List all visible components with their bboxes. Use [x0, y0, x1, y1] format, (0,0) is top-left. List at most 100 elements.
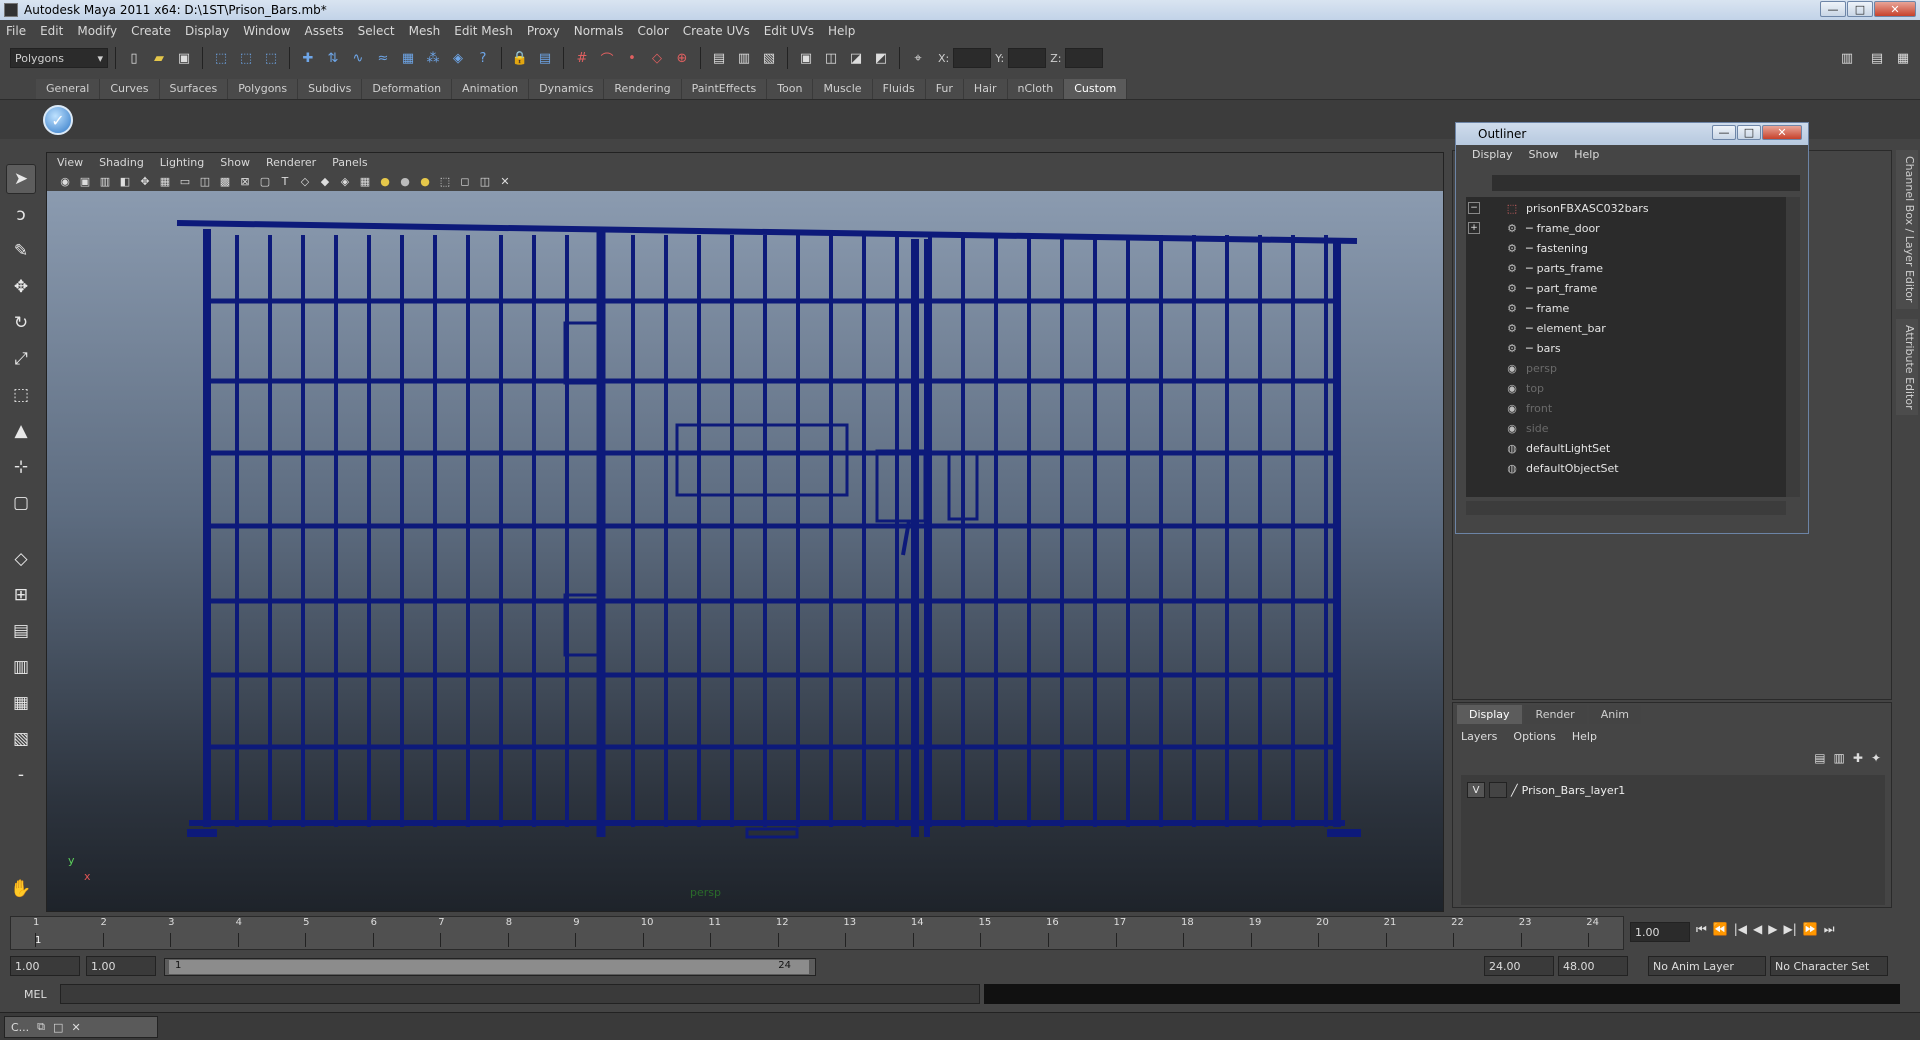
safe-action-icon[interactable]: ▢: [257, 173, 273, 189]
shelf-tab-dynamics[interactable]: Dynamics: [529, 79, 605, 99]
snap-curve-icon[interactable]: ⌒: [596, 47, 618, 69]
backface-icon[interactable]: ✕: [497, 173, 513, 189]
menu-modify[interactable]: Modify: [77, 24, 117, 38]
collapse-icon[interactable]: −: [1468, 202, 1480, 214]
highlight-selection-icon[interactable]: ▤: [534, 47, 556, 69]
pick-surfaces-icon[interactable]: ▦: [397, 47, 419, 69]
playback-end-field[interactable]: 24.00: [1484, 956, 1554, 976]
step-back-frame-icon[interactable]: |◀: [1734, 922, 1747, 937]
grid-icon[interactable]: ▦: [157, 173, 173, 189]
layer-color-icon[interactable]: ╱: [1511, 784, 1518, 797]
vp-menu-panels[interactable]: Panels: [332, 156, 367, 169]
vp-menu-lighting[interactable]: Lighting: [160, 156, 204, 169]
command-language-label[interactable]: MEL: [24, 988, 47, 1001]
shelf-tab-surfaces[interactable]: Surfaces: [159, 79, 229, 99]
checkmark-shelf-icon[interactable]: ✓: [43, 105, 73, 135]
construction-history-icon[interactable]: ▧: [758, 47, 780, 69]
z-field[interactable]: [1065, 48, 1104, 68]
new-scene-icon[interactable]: ▯: [123, 47, 145, 69]
pick-dynamics-icon[interactable]: ◈: [447, 47, 469, 69]
menu-mesh[interactable]: Mesh: [409, 24, 441, 38]
shadows-icon[interactable]: ●: [397, 173, 413, 189]
pick-mask-icon[interactable]: ✚: [297, 47, 319, 69]
toggle-tools-icon[interactable]: ▦: [1892, 47, 1914, 69]
pick-misc-icon[interactable]: ?: [472, 47, 494, 69]
layer-menu-options[interactable]: Options: [1513, 730, 1555, 743]
close-icon[interactable]: ✕: [71, 1021, 80, 1034]
outliner-vertical-scrollbar[interactable]: [1786, 197, 1800, 497]
menu-edit-mesh[interactable]: Edit Mesh: [454, 24, 513, 38]
shelf-tab-rendering[interactable]: Rendering: [604, 79, 682, 99]
layout-single-icon[interactable]: ◇: [6, 544, 36, 574]
step-forward-key-icon[interactable]: ⏩: [1803, 922, 1818, 937]
outliner-menu-show[interactable]: Show: [1529, 148, 1559, 161]
outliner-item[interactable]: ⚙ ─ fastening: [1504, 239, 1588, 257]
menu-select[interactable]: Select: [358, 24, 395, 38]
wireframe-icon[interactable]: ◇: [297, 173, 313, 189]
layout-custom-icon[interactable]: -: [6, 760, 36, 790]
outliner-horizontal-scrollbar[interactable]: [1466, 501, 1786, 515]
layer-menu-help[interactable]: Help: [1572, 730, 1597, 743]
outliner-item[interactable]: ⚙ ─ frame: [1504, 299, 1569, 317]
open-scene-icon[interactable]: ▰: [148, 47, 170, 69]
menu-color[interactable]: Color: [637, 24, 668, 38]
play-backwards-icon[interactable]: ◀: [1753, 922, 1762, 937]
layer-template-toggle[interactable]: [1489, 782, 1507, 798]
vp-menu-view[interactable]: View: [57, 156, 83, 169]
shelf-tab-painteffects[interactable]: PaintEffects: [681, 79, 768, 99]
shelf-tab-animation[interactable]: Animation: [452, 79, 530, 99]
current-frame-field[interactable]: 1.00: [1630, 922, 1690, 942]
use-all-lights-icon[interactable]: ●: [377, 173, 393, 189]
show-manipulator-icon[interactable]: ⊹: [6, 452, 36, 482]
layout-graph-icon[interactable]: ▥: [6, 652, 36, 682]
image-plane-icon[interactable]: ◧: [117, 173, 133, 189]
layer-tab-anim[interactable]: Anim: [1588, 705, 1641, 724]
outliner-titlebar[interactable]: Outliner — □ ✕: [1456, 123, 1808, 145]
shelf-tab-subdivs[interactable]: Subdivs: [298, 79, 363, 99]
menu-file[interactable]: File: [6, 24, 26, 38]
wireframe-on-shaded-icon[interactable]: ◈: [337, 173, 353, 189]
shelf-tab-fluids[interactable]: Fluids: [872, 79, 926, 99]
xray-joints-icon[interactable]: ◫: [477, 173, 493, 189]
select-component-icon[interactable]: ⬚: [260, 47, 282, 69]
move-tool-icon[interactable]: ✥: [6, 272, 36, 302]
viewport-panel[interactable]: View Shading Lighting Show Renderer Pane…: [46, 152, 1444, 912]
shelf-tab-ncloth[interactable]: nCloth: [1007, 79, 1065, 99]
save-scene-icon[interactable]: ▣: [173, 47, 195, 69]
bookmark-icon[interactable]: ▥: [97, 173, 113, 189]
outliner-item[interactable]: + ⚙ ─ frame_door: [1468, 219, 1600, 237]
outliner-close-button[interactable]: ✕: [1762, 125, 1802, 140]
range-slider[interactable]: 1 24: [164, 958, 816, 976]
pick-curves-icon[interactable]: ≈: [372, 47, 394, 69]
xray-icon[interactable]: ◻: [457, 173, 473, 189]
input-line-icon[interactable]: ⌖: [907, 47, 929, 69]
step-back-key-icon[interactable]: ⏪: [1713, 922, 1728, 937]
select-object-icon[interactable]: ⬚: [235, 47, 257, 69]
history-inputs-icon[interactable]: ▥: [733, 47, 755, 69]
toggle-channelbox-icon[interactable]: ▤: [1866, 47, 1888, 69]
snap-point-icon[interactable]: •: [621, 47, 643, 69]
minimized-window[interactable]: C... ⧉ □ ✕: [4, 1016, 158, 1038]
outliner-item[interactable]: ◍ defaultLightSet: [1504, 439, 1610, 457]
menu-normals[interactable]: Normals: [574, 24, 624, 38]
resolution-gate-icon[interactable]: ◫: [197, 173, 213, 189]
soft-mod-tool-icon[interactable]: ▲: [6, 416, 36, 446]
character-set-dropdown[interactable]: No Character Set: [1770, 956, 1888, 976]
playback-start-field[interactable]: 1.00: [86, 956, 156, 976]
pick-handles-icon[interactable]: ⇅: [322, 47, 344, 69]
anim-end-field[interactable]: 48.00: [1558, 956, 1628, 976]
menu-help[interactable]: Help: [828, 24, 855, 38]
move-layer-down-icon[interactable]: ▥: [1834, 751, 1845, 765]
range-slider-handle[interactable]: 1 24: [169, 960, 809, 974]
outliner-item[interactable]: ◉ persp: [1504, 359, 1557, 377]
snap-grid-icon[interactable]: #: [571, 47, 593, 69]
layer-row[interactable]: V ╱ Prison_Bars_layer1: [1467, 781, 1625, 799]
outliner-item[interactable]: ◉ front: [1504, 399, 1552, 417]
menu-create[interactable]: Create: [131, 24, 171, 38]
step-forward-frame-icon[interactable]: ▶|: [1784, 922, 1797, 937]
outliner-item[interactable]: ◍ defaultObjectSet: [1504, 459, 1618, 477]
move-layer-up-icon[interactable]: ▤: [1814, 751, 1825, 765]
select-hierarchy-icon[interactable]: ⬚: [210, 47, 232, 69]
layer-tab-render[interactable]: Render: [1523, 705, 1587, 724]
anim-layer-dropdown[interactable]: No Anim Layer: [1648, 956, 1766, 976]
